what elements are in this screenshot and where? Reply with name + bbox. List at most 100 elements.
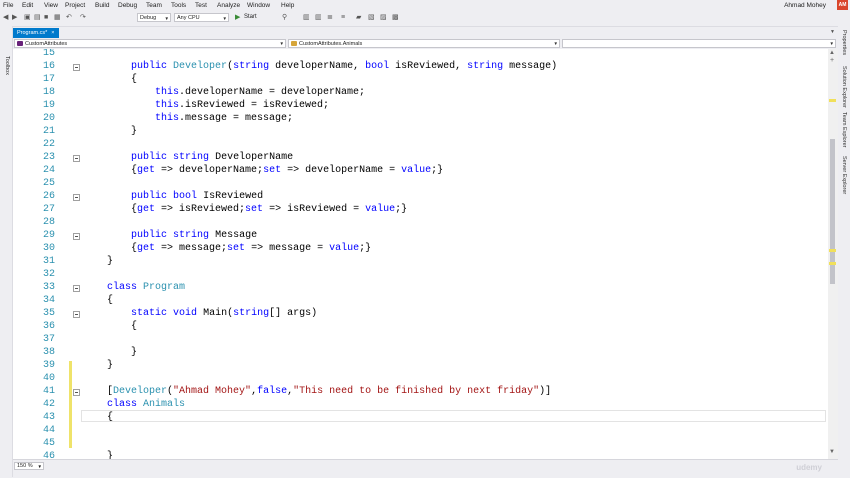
menu-item-build[interactable]: Build [95, 2, 109, 9]
tool-icon[interactable]: ▥ [315, 14, 322, 22]
save-icon[interactable]: ■ [44, 14, 48, 22]
code-token: this [155, 100, 180, 111]
code-line[interactable]: {get => developerName;set => developerNa… [83, 165, 443, 176]
menu-item-window[interactable]: Window [247, 2, 270, 9]
code-line[interactable]: } [83, 256, 113, 267]
code-line[interactable]: {get => message;set => message = value;} [83, 243, 371, 254]
code-token: this [155, 87, 180, 98]
split-icon[interactable]: + [830, 57, 834, 64]
line-number: 36 [42, 321, 55, 332]
code-line[interactable]: this.message = message; [83, 113, 293, 124]
code-token: DeveloperName [209, 152, 294, 163]
code-line[interactable]: { [83, 412, 113, 423]
scroll-down-icon[interactable]: ▼ [829, 449, 835, 455]
member-dropdown[interactable]: ▼ [562, 39, 836, 48]
collapse-icon[interactable] [73, 194, 80, 201]
code-token: { [83, 243, 138, 254]
bookmark-icon[interactable]: ▰ [356, 14, 361, 22]
code-token: Developer [113, 386, 168, 397]
code-line[interactable]: } [83, 347, 137, 358]
close-icon[interactable]: × [51, 30, 54, 36]
toolbox-strip[interactable]: Toolbox [0, 26, 13, 477]
save-all-icon[interactable]: ▦ [54, 14, 61, 22]
redo-icon[interactable]: ↷ [80, 14, 86, 22]
code-token: string [467, 61, 504, 72]
menu-item-view[interactable]: View [44, 2, 58, 9]
chevron-down-icon[interactable]: ▼ [830, 29, 835, 35]
code-line[interactable]: { [83, 321, 137, 332]
start-button[interactable]: Start [244, 14, 257, 20]
config-dropdown[interactable]: Debug ▼ [137, 13, 171, 22]
menu-item-edit[interactable]: Edit [22, 2, 33, 9]
code-line[interactable]: class Program [83, 282, 185, 293]
menu-item-file[interactable]: File [3, 2, 13, 9]
code-line[interactable]: } [83, 451, 113, 459]
code-line[interactable]: } [83, 126, 137, 137]
type-dropdown[interactable]: CustomAttributes.Animals ▼ [288, 39, 560, 48]
vertical-scrollbar[interactable]: ▲ + ▼ [828, 49, 838, 459]
code-editor[interactable]: 15 16 public Developer(string developerNa… [13, 49, 828, 459]
code-line[interactable]: this.isReviewed = isReviewed; [83, 100, 329, 111]
code-token: ;} [431, 165, 444, 176]
team-explorer-tab[interactable]: Team Explorer [841, 112, 847, 147]
code-line[interactable]: public string DeveloperName [83, 152, 293, 163]
code-line[interactable]: [Developer("Ahmad Mohey",false,"This nee… [83, 386, 551, 397]
tool-icon[interactable]: ≡ [341, 14, 345, 22]
menu-item-analyze[interactable]: Analyze [217, 2, 240, 9]
tool-icon[interactable]: ▨ [380, 14, 387, 22]
zoom-dropdown[interactable]: 150 % ▼ [14, 462, 44, 470]
code-line[interactable]: } [83, 360, 113, 371]
code-line[interactable]: static void Main(string[] args) [83, 308, 317, 319]
tool-icon[interactable]: ▥ [303, 14, 310, 22]
code-line[interactable]: public Developer(string developerName, b… [83, 61, 557, 72]
find-icon[interactable]: ⚲ [282, 14, 287, 22]
collapse-icon[interactable] [73, 155, 80, 162]
tab-program-cs[interactable]: Program.cs* × [13, 28, 60, 38]
collapse-icon[interactable] [73, 233, 80, 240]
menu-item-help[interactable]: Help [281, 2, 294, 9]
code-line[interactable]: public string Message [83, 230, 257, 241]
menu-item-debug[interactable]: Debug [118, 2, 137, 9]
collapse-icon[interactable] [73, 64, 80, 71]
scroll-up-icon[interactable]: ▲ [829, 50, 835, 56]
tool-icon[interactable]: ≣ [327, 14, 333, 22]
code-line[interactable]: { [83, 74, 137, 85]
menu-item-test[interactable]: Test [195, 2, 207, 9]
back-icon[interactable]: ◀ [3, 14, 8, 22]
code-token: Message [209, 230, 258, 241]
project-dropdown[interactable]: CustomAttributes ▼ [14, 39, 286, 48]
collapse-icon[interactable] [73, 389, 80, 396]
code-token: void [173, 308, 198, 319]
undo-icon[interactable]: ↶ [66, 14, 72, 22]
code-token: [ [83, 386, 114, 397]
platform-value: Any CPU [177, 15, 200, 21]
tool-icon[interactable]: ▧ [368, 14, 375, 22]
right-tool-strip: Properties Solution Explorer Team Explor… [837, 26, 850, 477]
menu-item-team[interactable]: Team [146, 2, 162, 9]
tool-icon[interactable]: ▩ [392, 14, 399, 22]
server-explorer-tab[interactable]: Server Explorer [841, 156, 847, 194]
properties-tab[interactable]: Properties [841, 30, 847, 55]
menu-item-project[interactable]: Project [65, 2, 85, 9]
platform-dropdown[interactable]: Any CPU ▼ [174, 13, 229, 22]
code-line[interactable]: public bool IsReviewed [83, 191, 263, 202]
avatar[interactable]: AM [837, 0, 848, 10]
forward-icon[interactable]: ▶ [12, 14, 17, 22]
code-line[interactable]: { [83, 295, 113, 306]
user-name[interactable]: Ahmad Mohey [784, 2, 826, 9]
code-line[interactable]: {get => isReviewed;set => isReviewed = v… [83, 204, 407, 215]
open-icon[interactable]: ▤ [34, 14, 41, 22]
collapse-icon[interactable] [73, 285, 80, 292]
code-line[interactable]: this.developerName = developerName; [83, 87, 365, 98]
menu-bar: File Edit View Project Build Debug Team Tools Te… [0, 0, 850, 11]
menu-item-tools[interactable]: Tools [171, 2, 186, 9]
code-token: string [233, 308, 270, 319]
collapse-icon[interactable] [73, 311, 80, 318]
start-icon[interactable]: ▶ [235, 14, 240, 22]
new-project-icon[interactable]: ▣ [24, 14, 31, 22]
code-token: developerName, [269, 61, 366, 72]
solution-explorer-tab[interactable]: Solution Explorer [841, 66, 847, 108]
code-line[interactable]: class Animals [83, 399, 185, 410]
toolbox-tab[interactable]: Toolbox [4, 56, 10, 75]
